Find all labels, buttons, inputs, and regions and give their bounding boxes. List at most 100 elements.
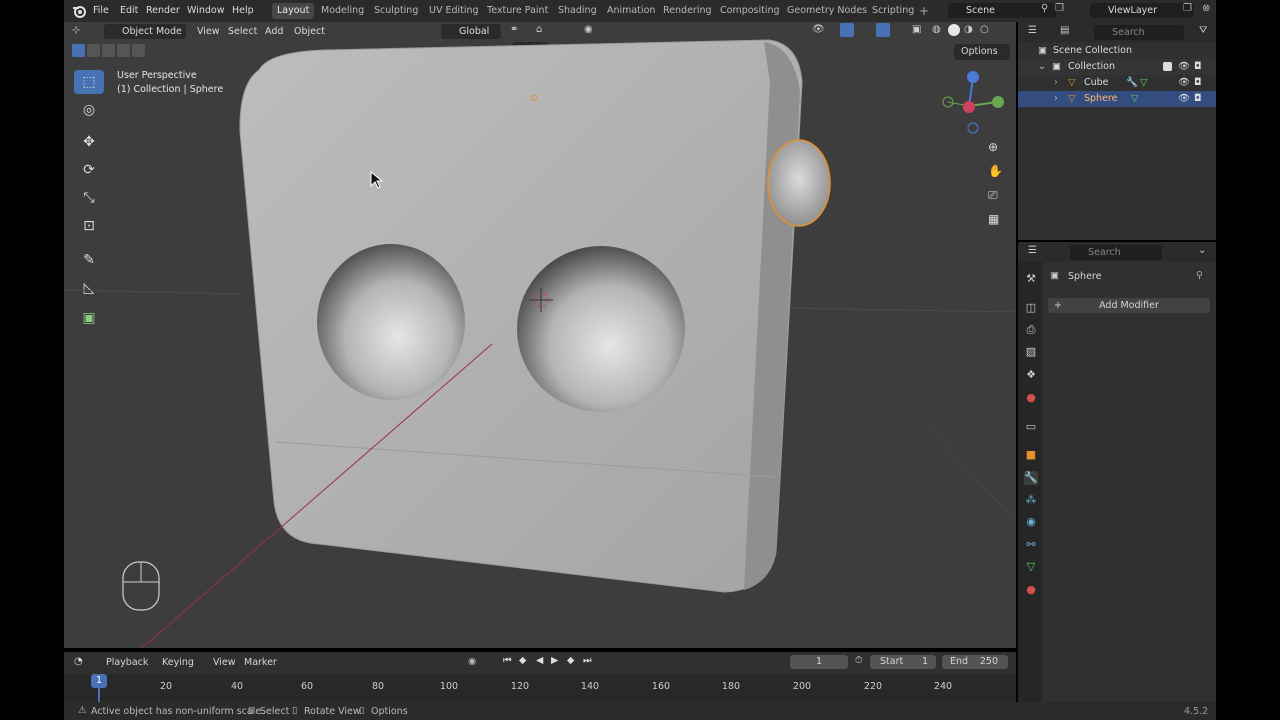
menu-edit[interactable]: Edit — [120, 5, 138, 16]
tab-uv-editing[interactable]: UV Editing — [424, 3, 484, 19]
scene-collection-label: Scene Collection — [1053, 45, 1132, 56]
tab-modeling[interactable]: Modeling — [316, 3, 369, 19]
play-reverse-icon[interactable]: ◀ — [536, 655, 543, 666]
playhead[interactable]: 1 — [91, 674, 107, 688]
tab-animation[interactable]: Animation — [602, 3, 660, 19]
display-mode-icon[interactable]: ▤ — [1060, 25, 1069, 36]
eye-icon[interactable]: 👁 — [1178, 75, 1190, 91]
cube-label: Cube — [1084, 77, 1109, 88]
timeline-menu-view[interactable]: View — [213, 657, 236, 668]
chevron-right-icon[interactable]: › — [1054, 75, 1058, 91]
auto-keying-icon[interactable]: ◉ — [468, 656, 476, 667]
jump-start-icon[interactable]: ⏮ — [503, 655, 512, 666]
output-tab-icon[interactable]: ⎙ — [1024, 323, 1038, 337]
frame-tick: 140 — [580, 681, 600, 692]
stopwatch-icon[interactable]: ⏱ — [855, 655, 862, 666]
current-frame-field[interactable]: 1 — [790, 655, 848, 669]
camera-icon[interactable]: ◘ — [1194, 91, 1202, 107]
chevron-right-icon[interactable]: › — [1054, 91, 1058, 107]
view-layer-tab-icon[interactable]: ▨ — [1024, 345, 1038, 359]
collection-tab-icon[interactable]: ▭ — [1024, 420, 1038, 434]
scene-selector[interactable]: Scene — [948, 3, 1056, 18]
checkbox-icon[interactable] — [1163, 62, 1172, 71]
outliner-row-cube[interactable]: › ▽ Cube 🔧 ▽ 👁 ◘ — [1018, 75, 1216, 91]
world-tab-icon[interactable]: ● — [1024, 391, 1038, 405]
mouse-left-icon: ▯ — [248, 705, 254, 716]
object-icon: ▣ — [1050, 270, 1059, 281]
menu-render[interactable]: Render — [146, 5, 180, 16]
tab-scripting[interactable]: Scripting — [867, 3, 919, 19]
version-label: 4.5.2 — [1184, 706, 1209, 717]
constraints-tab-icon[interactable]: ⚯ — [1024, 538, 1038, 552]
tab-rendering[interactable]: Rendering — [658, 3, 717, 19]
mesh-object-icon: ▽ — [1068, 77, 1076, 88]
tab-shading[interactable]: Shading — [553, 3, 602, 19]
pan-hand-icon[interactable]: ✋ — [988, 164, 1003, 178]
properties-editor-icon[interactable]: ☰ — [1028, 245, 1037, 256]
end-frame-field[interactable]: End 250 — [942, 655, 1008, 669]
timeline-menu-playback[interactable]: Playback — [106, 657, 148, 668]
filter-icon[interactable]: ⛛ — [1199, 25, 1207, 36]
timeline-editor-icon[interactable]: ◔ — [74, 656, 83, 667]
camera-icon[interactable]: ◘ — [1194, 75, 1202, 91]
jump-end-icon[interactable]: ⏭ — [583, 655, 592, 666]
data-tab-icon[interactable]: ▽ — [1024, 560, 1038, 574]
particles-tab-icon[interactable]: ⁂ — [1024, 493, 1038, 507]
scene-canvas — [64, 39, 1016, 648]
3d-viewport[interactable]: ⊹ Object Mode View Select Add Object Glo… — [64, 22, 1016, 648]
render-tab-icon[interactable]: ◫ — [1024, 301, 1038, 315]
tab-compositing[interactable]: Compositing — [715, 3, 785, 19]
status-select-hint: Select — [260, 706, 290, 717]
modifier-tab-icon[interactable]: 🔧 — [1024, 471, 1038, 485]
properties-search-input[interactable]: Search — [1070, 245, 1162, 260]
new-view-layer-icon[interactable]: ❐ — [1183, 3, 1192, 14]
new-scene-icon[interactable]: ❐ — [1055, 3, 1064, 14]
chevron-down-icon[interactable]: ⌄ — [1198, 245, 1206, 256]
physics-tab-icon[interactable]: ◉ — [1024, 515, 1038, 529]
tab-sculpting[interactable]: Sculpting — [369, 3, 423, 19]
timeline-menu-marker[interactable]: Marker — [244, 657, 277, 668]
ortho-grid-icon[interactable]: ▦ — [988, 212, 999, 226]
outliner-search-input[interactable]: Search — [1094, 25, 1184, 40]
tab-texture-paint[interactable]: Texture Paint — [482, 3, 553, 19]
outliner-row-sphere[interactable]: › ▽ Sphere ▽ 👁 ◘ — [1018, 91, 1216, 107]
outliner-row-scene-collection[interactable]: ▣ Scene Collection — [1018, 43, 1216, 59]
camera-view-icon[interactable]: ⎚ — [988, 188, 998, 203]
tab-geometry-nodes[interactable]: Geometry Nodes — [782, 3, 872, 19]
camera-icon[interactable]: ◘ — [1194, 59, 1202, 75]
blender-logo-icon[interactable] — [72, 4, 86, 18]
mesh-object-icon: ▽ — [1068, 93, 1076, 104]
frame-tick: 60 — [300, 681, 314, 692]
timeline-menu-keying[interactable]: Keying — [162, 657, 194, 668]
tool-tab-icon[interactable]: ⚒ — [1024, 272, 1038, 286]
tab-layout[interactable]: Layout — [272, 3, 315, 19]
start-frame-value: 1 — [921, 656, 928, 667]
view-layer-selector[interactable]: ViewLayer — [1090, 3, 1194, 18]
menu-help[interactable]: Help — [232, 5, 254, 16]
add-modifier-button[interactable]: + Add Modifier — [1048, 298, 1210, 313]
outliner-editor-icon[interactable]: ☰ — [1028, 25, 1037, 36]
zoom-icon[interactable]: ⊕ — [988, 140, 998, 154]
close-icon[interactable]: ⊗ — [1202, 3, 1210, 14]
pin-icon[interactable]: ⚲ — [1196, 270, 1203, 281]
next-keyframe-icon[interactable]: ◆ — [567, 655, 574, 666]
sphere-object[interactable] — [767, 139, 831, 227]
add-workspace-icon[interactable]: + — [919, 4, 929, 18]
start-frame-field[interactable]: Start 1 — [870, 655, 936, 669]
material-tab-icon[interactable]: ● — [1024, 583, 1038, 597]
navigation-gizmo[interactable] — [942, 71, 1004, 134]
grid-line — [923, 421, 1016, 523]
menu-file[interactable]: File — [93, 5, 109, 16]
prev-keyframe-icon[interactable]: ◆ — [519, 655, 526, 666]
outliner-row-collection[interactable]: ⌄ ▣ Collection 👁 ◘ — [1018, 59, 1216, 75]
menu-window[interactable]: Window — [187, 5, 224, 16]
grid-line — [783, 307, 1016, 313]
pin-icon[interactable]: ⚲ — [1041, 3, 1048, 14]
play-icon[interactable]: ▶ — [551, 655, 558, 666]
scene-tab-icon[interactable]: ❖ — [1024, 368, 1038, 382]
start-frame-label: Start — [880, 656, 904, 667]
eye-icon[interactable]: 👁 — [1178, 91, 1190, 107]
chevron-down-icon[interactable]: ⌄ — [1038, 59, 1046, 75]
object-tab-icon[interactable]: ■ — [1024, 448, 1038, 462]
eye-icon[interactable]: 👁 — [1178, 59, 1190, 75]
